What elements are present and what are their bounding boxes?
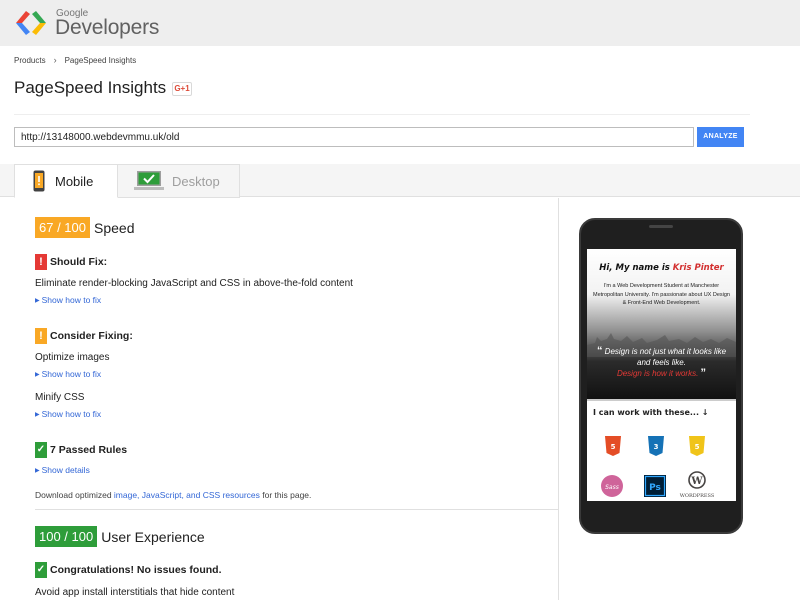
show-how-to-fix-label: Show how to fix [41, 369, 102, 379]
triangle-right-icon: ▶ [35, 297, 40, 304]
breadcrumb: Products › PageSpeed Insights [14, 55, 136, 65]
html5-icon: 5 [602, 435, 624, 457]
svg-text:Ps: Ps [649, 483, 661, 493]
section-divider [35, 509, 558, 510]
phone-preview-screen: Hi, My name is Kris Pinter I'm a Web Dev… [587, 249, 736, 501]
svg-text:Sass: Sass [605, 484, 619, 491]
passed-rules-heading: ✓ 7 Passed Rules [35, 442, 127, 458]
speed-score-badge: 67 / 100 [35, 217, 90, 238]
preview-hero-divider [587, 399, 736, 401]
rule-optimize-images: Optimize images [35, 352, 110, 363]
consider-indicator-icon: ! [35, 328, 47, 344]
tab-mobile[interactable]: Mobile [14, 164, 118, 198]
download-resources-text: Download optimized image, JavaScript, an… [35, 490, 311, 500]
ux-score-row: 100 / 100 User Experience [35, 526, 205, 547]
download-prefix: Download optimized [35, 490, 114, 500]
preview-quote: “ Design is not just what it looks like … [591, 346, 732, 379]
ux-score-label: User Experience [101, 528, 205, 545]
passed-rules-title: 7 Passed Rules [50, 444, 128, 456]
speed-score-label: Speed [94, 219, 135, 236]
download-resources-link[interactable]: image, JavaScript, and CSS resources [114, 490, 260, 500]
svg-text:3: 3 [654, 443, 659, 451]
quote-close-mark: ” [700, 367, 707, 379]
preview-work-heading: I can work with these... ↓ [593, 408, 709, 417]
ux-congrats-title: Congratulations! No issues found. [50, 564, 222, 576]
tab-desktop[interactable]: Desktop [118, 164, 240, 198]
results-panel-border [558, 198, 559, 600]
gplus-button[interactable]: G+1 [172, 82, 192, 96]
breadcrumb-products-link[interactable]: Products [14, 56, 46, 65]
consider-fixing-title: Consider Fixing: [50, 330, 133, 342]
svg-text:W: W [690, 476, 703, 487]
sass-icon: Sass [599, 473, 625, 499]
rule-render-blocking: Eliminate render-blocking JavaScript and… [35, 278, 353, 289]
desktop-monitor-icon [134, 171, 164, 190]
tab-desktop-label: Desktop [172, 173, 220, 189]
preview-title-name: Kris Pinter [672, 263, 724, 273]
analyze-button[interactable]: ANALYZE [697, 127, 744, 147]
brand-developers-text: Developers [55, 16, 160, 39]
css3-icon: 3 [645, 435, 667, 457]
show-how-to-fix-link[interactable]: ▶ Show how to fix [35, 409, 101, 419]
should-fix-title: Should Fix: [50, 256, 108, 268]
should-fix-heading: ! Should Fix: [35, 254, 107, 270]
site-header: Google Developers [0, 0, 800, 46]
url-input[interactable] [14, 127, 694, 147]
show-how-to-fix-link[interactable]: ▶ Show how to fix [35, 295, 101, 305]
quote-line-1: Design is not just what it looks like an… [604, 347, 727, 367]
consider-fixing-heading: ! Consider Fixing: [35, 328, 133, 344]
tab-mobile-label: Mobile [55, 173, 94, 189]
speed-score-row: 67 / 100 Speed [35, 217, 134, 238]
passed-check-icon: ✓ [35, 442, 47, 458]
phone-speaker [649, 225, 673, 228]
photoshop-icon: Ps [643, 474, 667, 498]
show-details-link[interactable]: ▶ Show details [35, 465, 90, 475]
svg-text:5: 5 [611, 443, 616, 451]
show-how-to-fix-label: Show how to fix [41, 409, 102, 419]
breadcrumb-pagespeed-link[interactable]: PageSpeed Insights [65, 56, 137, 65]
ux-score-badge: 100 / 100 [35, 526, 98, 547]
javascript-icon: 5 [686, 435, 708, 457]
download-suffix: for this page. [259, 490, 312, 500]
rule-minify-css: Minify CSS [35, 392, 85, 403]
header-divider [14, 114, 750, 115]
show-how-to-fix-label: Show how to fix [41, 295, 102, 305]
wordpress-icon: W WORDPRESS [677, 471, 717, 499]
show-how-to-fix-link[interactable]: ▶ Show how to fix [35, 369, 101, 379]
quote-open-mark: “ [596, 345, 603, 357]
svg-text:WORDPRESS: WORDPRESS [680, 493, 715, 499]
ux-rule-interstitials: Avoid app install interstitials that hid… [35, 587, 235, 598]
mobile-phone-icon [33, 170, 45, 192]
quote-line-2: Design is how it works. [616, 369, 699, 378]
svg-text:5: 5 [695, 443, 700, 451]
preview-subtitle: I'm a Web Development Student at Manches… [593, 283, 730, 306]
should-fix-indicator-icon: ! [35, 254, 47, 270]
triangle-right-icon: ▶ [35, 467, 40, 474]
triangle-right-icon: ▶ [35, 411, 40, 418]
chevron-right-icon: › [53, 55, 57, 65]
show-details-label: Show details [41, 465, 90, 475]
ux-congrats-heading: ✓ Congratulations! No issues found. [35, 562, 222, 578]
preview-title-prefix: Hi, My name is [599, 263, 673, 273]
preview-title: Hi, My name is Kris Pinter [587, 263, 736, 273]
triangle-right-icon: ▶ [35, 371, 40, 378]
page-title: PageSpeed Insights [14, 78, 167, 97]
google-developers-logo-icon[interactable] [14, 8, 48, 38]
ux-check-icon: ✓ [35, 562, 47, 578]
